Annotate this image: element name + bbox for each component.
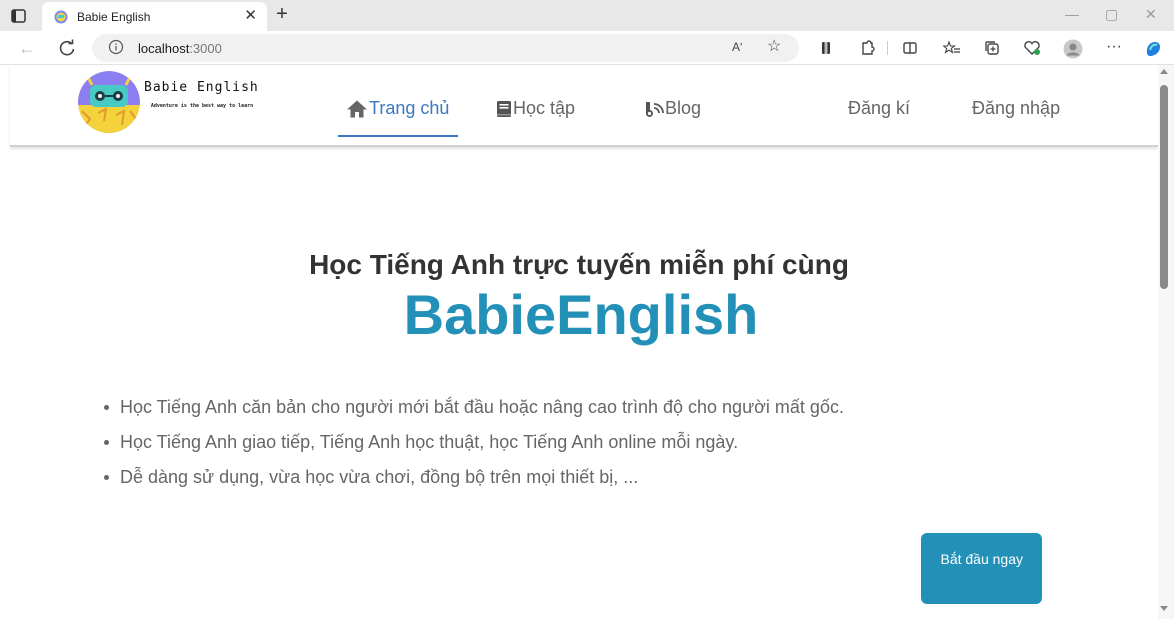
nav-study-label: Học tập — [513, 98, 576, 118]
nav-home-label: Trang chủ — [369, 98, 450, 118]
tab-title: Babie English — [77, 10, 151, 24]
nav-register-label: Đăng kí — [848, 98, 911, 118]
toolbar-divider — [887, 41, 888, 55]
start-now-button[interactable]: Bắt đầu ngay — [921, 533, 1042, 604]
site-header: Babie English Adventure is the best way … — [10, 65, 1158, 147]
nav-study[interactable]: Học tập — [496, 98, 575, 119]
nav-active-indicator — [338, 135, 458, 137]
hero-brand: BabieEnglish — [403, 283, 759, 346]
browser-tab[interactable]: Babie English ✕ — [42, 2, 267, 31]
page-scrollbar[interactable] — [1158, 65, 1174, 619]
minimize-icon[interactable]: — — [1065, 7, 1079, 21]
collections-icon[interactable] — [983, 39, 1001, 57]
brand-name: Babie English — [144, 80, 259, 95]
scroll-down-icon[interactable] — [1160, 606, 1168, 611]
nav-blog-label: Blog — [665, 98, 702, 118]
extension-icon[interactable] — [817, 39, 835, 57]
url-host: localhost — [138, 41, 190, 56]
copilot-icon[interactable] — [1143, 39, 1161, 57]
url-text: localhost:3000 — [138, 41, 222, 56]
babie-english-logo[interactable] — [78, 71, 140, 133]
url-field[interactable]: localhost:3000 Aʹ ☆ — [92, 34, 799, 62]
page-viewport: Babie English Adventure is the best way … — [0, 65, 1158, 619]
nav-login[interactable]: Đăng nhập — [972, 98, 1060, 119]
site-favicon-icon — [54, 10, 68, 24]
url-port: :3000 — [189, 41, 222, 56]
tab-actions-icon[interactable] — [8, 6, 30, 26]
split-screen-icon[interactable] — [901, 39, 919, 57]
nav-login-label: Đăng nhập — [972, 98, 1061, 118]
site-info-icon[interactable] — [108, 39, 124, 55]
feature-list: Học Tiếng Anh căn bản cho người mới bắt … — [104, 395, 844, 500]
home-icon — [347, 100, 367, 117]
extensions-puzzle-icon[interactable] — [858, 39, 876, 57]
nav-register[interactable]: Đăng kí — [848, 98, 910, 119]
address-bar: ← localhost:3000 Aʹ ☆ ··· — [0, 31, 1174, 65]
back-icon[interactable]: ← — [16, 37, 38, 59]
scroll-up-icon[interactable] — [1160, 69, 1168, 74]
feature-item: Dễ dàng sử dụng, vừa học vừa chơi, đồng … — [104, 465, 844, 500]
more-menu-icon[interactable]: ··· — [1106, 39, 1124, 57]
nav-home[interactable]: Trang chủ — [346, 98, 449, 119]
blog-icon — [646, 101, 664, 117]
window-close-icon[interactable]: ✕ — [1145, 7, 1157, 21]
browser-tab-bar: Babie English ✕ + — ▢ ✕ — [0, 0, 1174, 31]
nav-blog[interactable]: Blog — [644, 98, 701, 119]
tab-close-icon[interactable]: ✕ — [244, 8, 257, 23]
new-tab-icon[interactable]: + — [272, 4, 292, 24]
maximize-icon[interactable]: ▢ — [1105, 7, 1118, 21]
reload-icon[interactable] — [56, 37, 78, 59]
favorite-star-icon[interactable]: ☆ — [767, 38, 781, 56]
scrollbar-thumb[interactable] — [1160, 85, 1168, 289]
brand-slogan: Adventure is the best way to learn — [150, 103, 254, 109]
hero-title: Học Tiếng Anh trực tuyến miễn phí cùng — [309, 249, 849, 280]
profile-avatar[interactable] — [1063, 39, 1083, 59]
browser-essentials-icon[interactable] — [1023, 39, 1041, 57]
feature-item: Học Tiếng Anh giao tiếp, Tiếng Anh học t… — [104, 430, 844, 465]
feature-item: Học Tiếng Anh căn bản cho người mới bắt … — [104, 395, 844, 430]
book-icon — [497, 100, 511, 117]
favorites-list-icon[interactable] — [941, 39, 961, 57]
read-aloud-icon[interactable]: Aʹ — [732, 40, 742, 54]
